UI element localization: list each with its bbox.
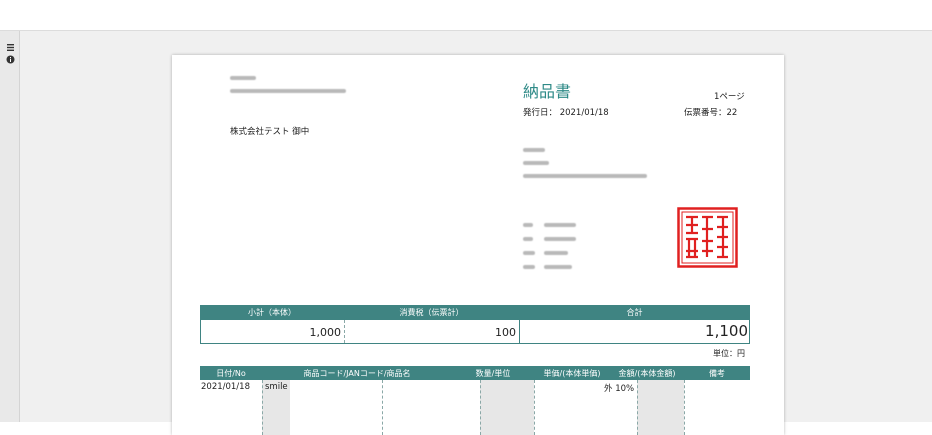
blurred-text: [544, 265, 572, 269]
issue-date: 発行日： 2021/01/18: [523, 108, 609, 118]
tax-header: 消費税（伝票計）: [399, 308, 464, 317]
left-tool-rail: [0, 31, 20, 422]
total-value: 1,100: [705, 322, 748, 340]
blurred-text: [230, 89, 346, 93]
row-product-name: smile: [265, 382, 288, 392]
blurred-text: [523, 265, 535, 269]
subtotal-value: 1,000: [309, 326, 342, 339]
totals-header: 小計（本体） 消費税（伝票計） 合計: [200, 305, 750, 319]
col-product: 商品コード/JANコード/商品名: [303, 369, 411, 378]
totals-row: 1,000 100 1,100: [200, 319, 750, 344]
row-tax-note: 外 10%: [604, 384, 635, 394]
info-icon[interactable]: [6, 55, 15, 64]
blurred-text: [544, 237, 576, 241]
page-number: 1ページ: [714, 92, 745, 102]
subtotal-header: 小計（本体）: [248, 308, 296, 317]
row-date: 2021/01/18: [201, 382, 250, 392]
blurred-text: [523, 223, 533, 227]
blurred-text: [523, 148, 545, 152]
col-amount: 金額/(本体金額): [618, 369, 676, 378]
customer-name: 株式会社テスト 御中: [230, 127, 310, 137]
slip-number: 伝票番号：22: [684, 108, 738, 118]
col-unit-price: 単価/(本体単価): [543, 369, 601, 378]
col-date: 日付/No: [216, 369, 246, 378]
blurred-text: [523, 161, 549, 165]
top-toolbar: [0, 0, 932, 31]
total-header: 合計: [626, 308, 643, 317]
company-seal-icon: [677, 207, 738, 268]
delivery-note-page: 納品書 1ページ 発行日： 2021/01/18 伝票番号：22 株式会社テスト…: [172, 55, 784, 435]
blurred-text: [544, 251, 568, 255]
document-title: 納品書: [523, 82, 572, 101]
tax-value: 100: [495, 326, 516, 339]
blurred-text: [523, 251, 535, 255]
col-notes: 備考: [709, 369, 725, 378]
blurred-text: [523, 174, 647, 178]
items-header: 日付/No 商品コード/JANコード/商品名 数量/単位 単価/(本体単価) 金…: [200, 366, 750, 380]
blurred-text: [523, 237, 533, 241]
table-row: 2021/01/18 smile 外 10%: [200, 380, 750, 435]
unit-label: 単位：円: [713, 349, 745, 358]
viewer-workspace: 納品書 1ページ 発行日： 2021/01/18 伝票番号：22 株式会社テスト…: [0, 31, 932, 435]
blurred-text: [230, 76, 256, 80]
blurred-text: [544, 223, 576, 227]
list-icon[interactable]: [6, 43, 15, 52]
col-quantity: 数量/単位: [475, 369, 511, 378]
